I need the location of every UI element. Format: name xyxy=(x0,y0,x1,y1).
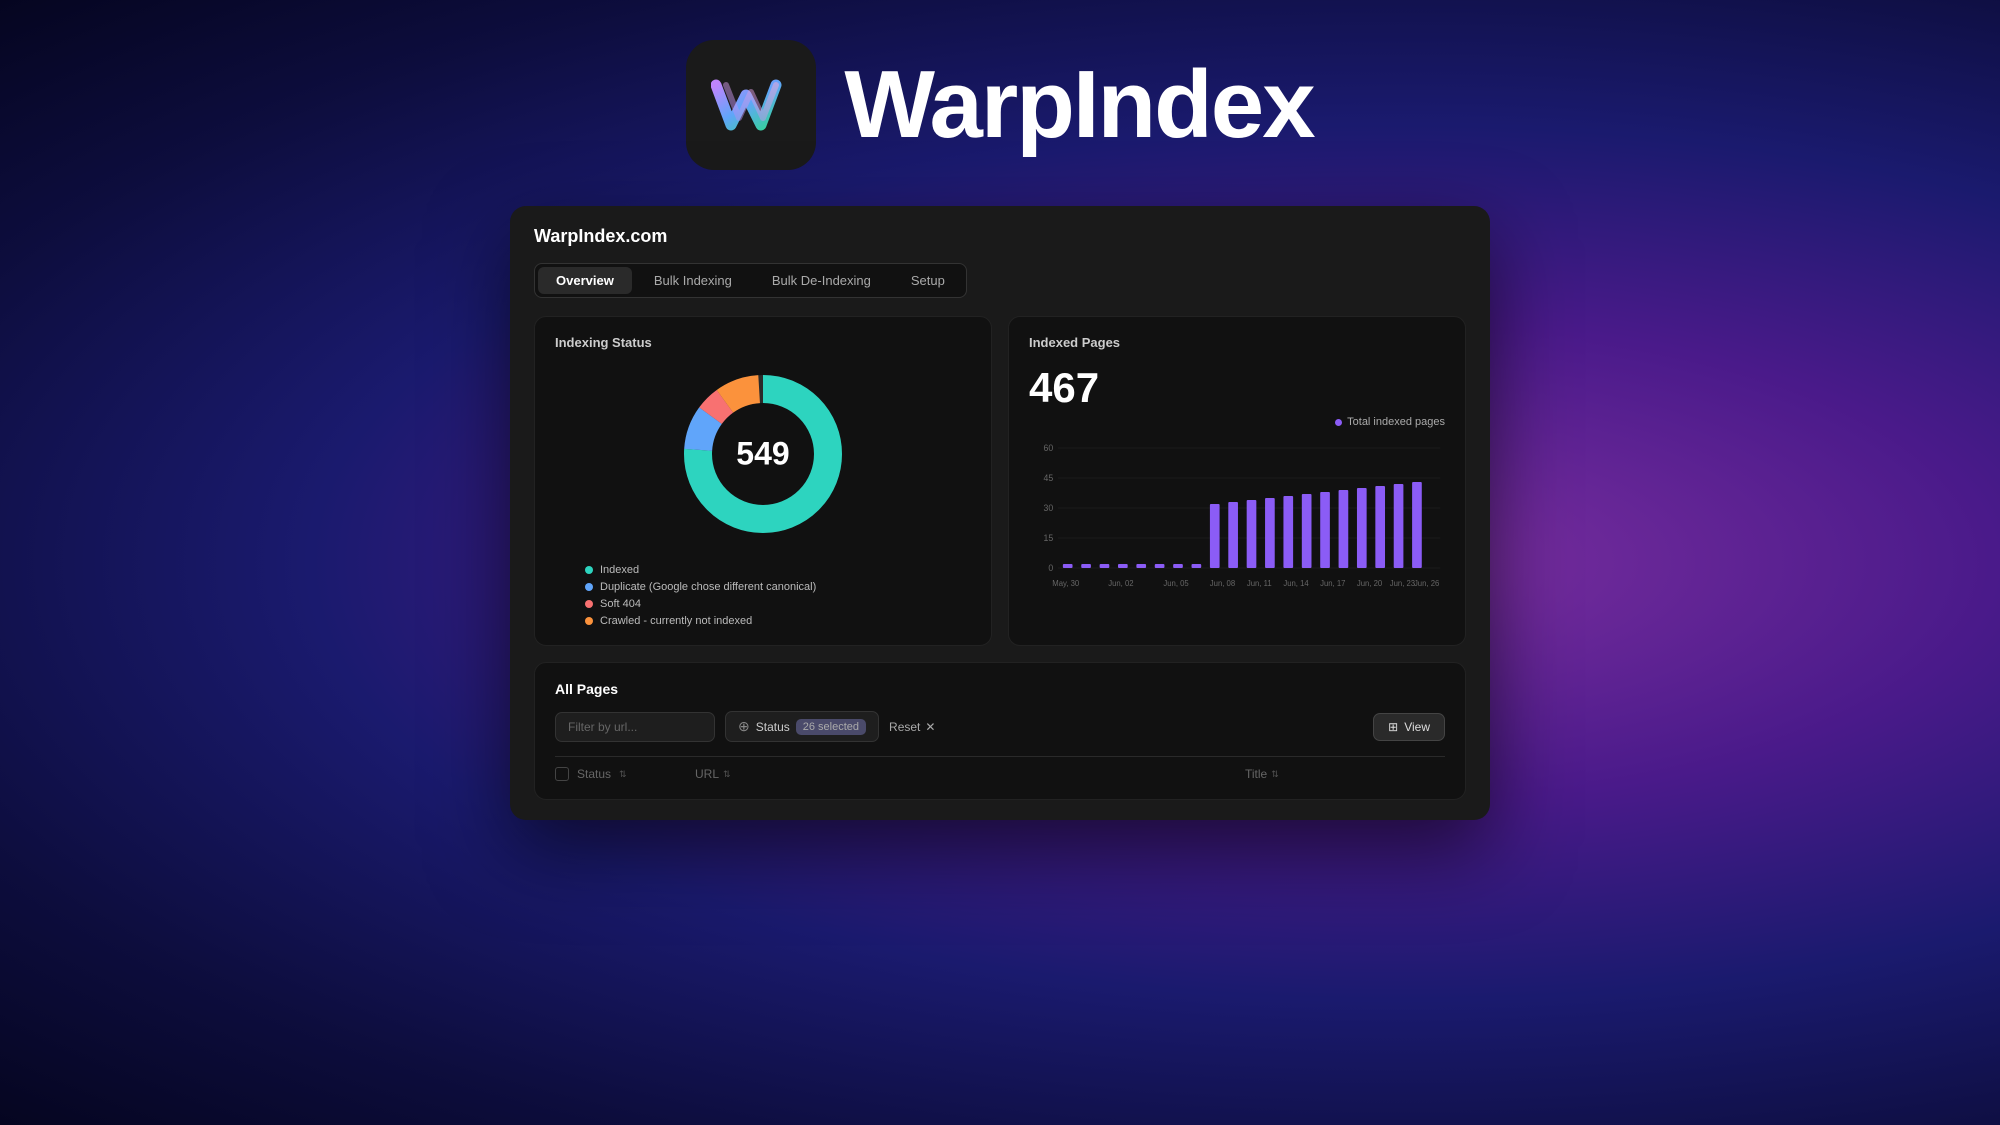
svg-text:Jun, 20: Jun, 20 xyxy=(1357,579,1383,588)
svg-text:15: 15 xyxy=(1044,533,1054,543)
table-header: Status ⇅ URL ⇅ Title ⇅ xyxy=(555,756,1445,781)
legend-item-indexed: Indexed xyxy=(585,564,971,576)
svg-text:Jun, 17: Jun, 17 xyxy=(1320,579,1345,588)
status-label: Status xyxy=(756,720,790,734)
svg-text:Jun, 02: Jun, 02 xyxy=(1108,579,1133,588)
url-col-label: URL xyxy=(695,767,719,781)
status-col-label: Status xyxy=(577,767,611,781)
donut-center-number: 549 xyxy=(736,436,789,473)
app-wrapper: WarpIndex WarpIndex.com Overview Bulk In… xyxy=(0,0,2000,1125)
chart-legend-label: Total indexed pages xyxy=(1347,416,1445,428)
legend-dot-soft404 xyxy=(585,600,593,608)
filter-row: Filter by url... ⊕ Status 26 selected Re… xyxy=(555,711,1445,742)
svg-text:0: 0 xyxy=(1048,563,1053,573)
table-col-status: Status ⇅ xyxy=(555,767,695,781)
tab-setup[interactable]: Setup xyxy=(893,267,963,294)
legend-label-soft404: Soft 404 xyxy=(600,598,641,610)
legend-dot-indexed xyxy=(585,566,593,574)
table-col-title: Title ⇅ xyxy=(1245,767,1445,781)
app-logo-svg xyxy=(711,70,791,140)
svg-text:Jun, 23: Jun, 23 xyxy=(1390,579,1416,588)
svg-text:Jun, 08: Jun, 08 xyxy=(1210,579,1236,588)
plus-icon: ⊕ xyxy=(738,718,750,735)
status-sort-icon: ⇅ xyxy=(619,769,627,780)
legend-label-crawled: Crawled - currently not indexed xyxy=(600,615,752,627)
indexing-status-panel: Indexing Status xyxy=(534,316,992,646)
svg-text:Jun, 26: Jun, 26 xyxy=(1414,579,1440,588)
tab-bulk-deindexing[interactable]: Bulk De-Indexing xyxy=(754,267,889,294)
tab-overview[interactable]: Overview xyxy=(538,267,632,294)
legend-item-duplicate: Duplicate (Google chose different canoni… xyxy=(585,581,971,593)
reset-x-icon: ✕ xyxy=(925,720,935,734)
reset-label: Reset xyxy=(889,720,920,734)
bar-chart-wrap: 60 45 30 15 0 xyxy=(1029,438,1445,598)
hero-section: WarpIndex xyxy=(686,40,1313,170)
legend-dot-crawled xyxy=(585,617,593,625)
app-icon xyxy=(686,40,816,170)
svg-text:60: 60 xyxy=(1044,443,1054,453)
status-count-badge: 26 selected xyxy=(796,719,866,735)
reset-button[interactable]: Reset ✕ xyxy=(889,720,935,734)
status-filter-badge[interactable]: ⊕ Status 26 selected xyxy=(725,711,879,742)
legend-item-crawled: Crawled - currently not indexed xyxy=(585,615,971,627)
svg-text:Jun, 11: Jun, 11 xyxy=(1247,579,1272,588)
view-label: View xyxy=(1404,720,1430,734)
nav-tabs: Overview Bulk Indexing Bulk De-Indexing … xyxy=(534,263,967,298)
legend-item-soft404: Soft 404 xyxy=(585,598,971,610)
svg-text:45: 45 xyxy=(1044,473,1054,483)
indexed-pages-panel: Indexed Pages 467 Total indexed pages xyxy=(1008,316,1466,646)
view-button[interactable]: ⊞ View xyxy=(1373,713,1445,741)
svg-text:May, 30: May, 30 xyxy=(1052,579,1080,588)
indexed-pages-title: Indexed Pages xyxy=(1029,335,1445,350)
all-pages-panel: All Pages Filter by url... ⊕ Status 26 s… xyxy=(534,662,1466,800)
title-sort-icon: ⇅ xyxy=(1271,769,1279,780)
legend-label-duplicate: Duplicate (Google chose different canoni… xyxy=(600,581,816,593)
bar-chart-svg: 60 45 30 15 0 xyxy=(1029,438,1445,598)
tab-bulk-indexing[interactable]: Bulk Indexing xyxy=(636,267,750,294)
app-title: WarpIndex xyxy=(844,57,1313,153)
svg-text:Jun, 05: Jun, 05 xyxy=(1163,579,1189,588)
indexed-pages-count: 467 xyxy=(1029,364,1445,412)
svg-text:Jun, 14: Jun, 14 xyxy=(1283,579,1309,588)
main-panels-row: Indexing Status xyxy=(534,316,1466,646)
legend-dot-duplicate xyxy=(585,583,593,591)
chart-legend-row: Total indexed pages xyxy=(1029,416,1445,428)
url-filter-placeholder: Filter by url... xyxy=(568,720,637,734)
donut-legend: Indexed Duplicate (Google chose differen… xyxy=(555,564,971,627)
svg-text:30: 30 xyxy=(1044,503,1054,513)
title-col-label: Title xyxy=(1245,767,1267,781)
chart-legend-dot xyxy=(1335,419,1342,426)
donut-container: 549 Indexed Duplicate (Google chose diff… xyxy=(555,364,971,627)
indexing-status-title: Indexing Status xyxy=(555,335,971,350)
select-all-checkbox[interactable] xyxy=(555,767,569,781)
donut-chart-wrap: 549 xyxy=(673,364,853,544)
legend-label-indexed: Indexed xyxy=(600,564,639,576)
dashboard-site-name: WarpIndex.com xyxy=(534,226,1466,247)
dashboard-panel: WarpIndex.com Overview Bulk Indexing Bul… xyxy=(510,206,1490,820)
url-sort-icon: ⇅ xyxy=(723,769,731,780)
table-col-url: URL ⇅ xyxy=(695,767,1245,781)
url-filter-input[interactable]: Filter by url... xyxy=(555,712,715,742)
view-icon: ⊞ xyxy=(1388,720,1398,734)
all-pages-title: All Pages xyxy=(555,681,1445,697)
